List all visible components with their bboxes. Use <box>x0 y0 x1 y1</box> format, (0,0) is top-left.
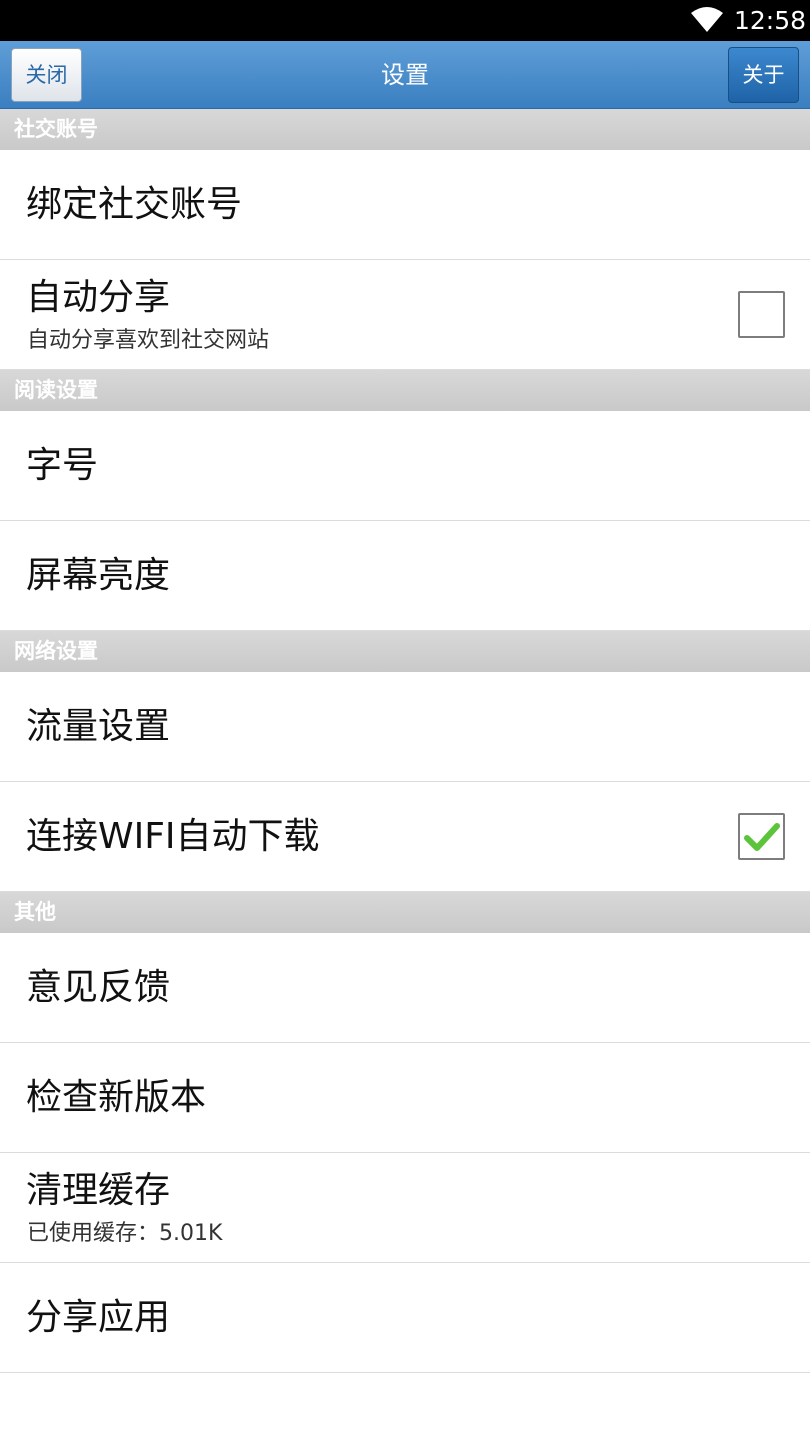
clear-cache-item[interactable]: 清理缓存 已使用缓存：5.01K <box>0 1153 810 1263</box>
wifi-auto-download-item[interactable]: 连接WIFI自动下载 <box>0 782 810 892</box>
checkmark-icon <box>744 823 780 851</box>
auto-share-item[interactable]: 自动分享 自动分享喜欢到社交网站 <box>0 260 810 370</box>
item-summary: 已使用缓存：5.01K <box>27 1221 223 1246</box>
auto-share-checkbox[interactable] <box>738 291 785 338</box>
settings-list: 社交账号 绑定社交账号 自动分享 自动分享喜欢到社交网站 阅读设置 字号 屏幕亮… <box>0 109 810 1373</box>
item-label: 清理缓存 <box>26 1170 171 1211</box>
item-label: 流量设置 <box>26 706 171 747</box>
section-header-social: 社交账号 <box>0 109 810 150</box>
item-label: 屏幕亮度 <box>26 555 171 596</box>
close-button[interactable]: 关闭 <box>11 48 82 102</box>
item-label: 意见反馈 <box>26 967 171 1008</box>
status-bar: 12:58 <box>0 0 810 41</box>
section-header-reading: 阅读设置 <box>0 370 810 411</box>
wifi-auto-download-checkbox[interactable] <box>738 813 785 860</box>
check-new-version-item[interactable]: 检查新版本 <box>0 1043 810 1153</box>
feedback-item[interactable]: 意见反馈 <box>0 933 810 1043</box>
share-app-item[interactable]: 分享应用 <box>0 1263 810 1373</box>
section-header-network: 网络设置 <box>0 631 810 672</box>
about-button[interactable]: 关于 <box>728 47 799 103</box>
page-title: 设置 <box>381 61 429 89</box>
item-label: 自动分享 <box>26 277 171 318</box>
status-clock: 12:58 <box>734 6 807 35</box>
bind-social-account-item[interactable]: 绑定社交账号 <box>0 150 810 260</box>
item-label: 绑定社交账号 <box>26 184 243 225</box>
screen-brightness-item[interactable]: 屏幕亮度 <box>0 521 810 631</box>
item-label: 连接WIFI自动下载 <box>26 816 320 857</box>
traffic-settings-item[interactable]: 流量设置 <box>0 672 810 782</box>
item-summary: 自动分享喜欢到社交网站 <box>27 328 270 353</box>
wifi-icon <box>691 7 723 32</box>
section-header-other: 其他 <box>0 892 810 933</box>
item-label: 检查新版本 <box>26 1077 207 1118</box>
item-label: 分享应用 <box>26 1297 171 1338</box>
title-bar: 设置 关闭 关于 <box>0 41 810 109</box>
item-label: 字号 <box>26 445 99 486</box>
font-size-item[interactable]: 字号 <box>0 411 810 521</box>
